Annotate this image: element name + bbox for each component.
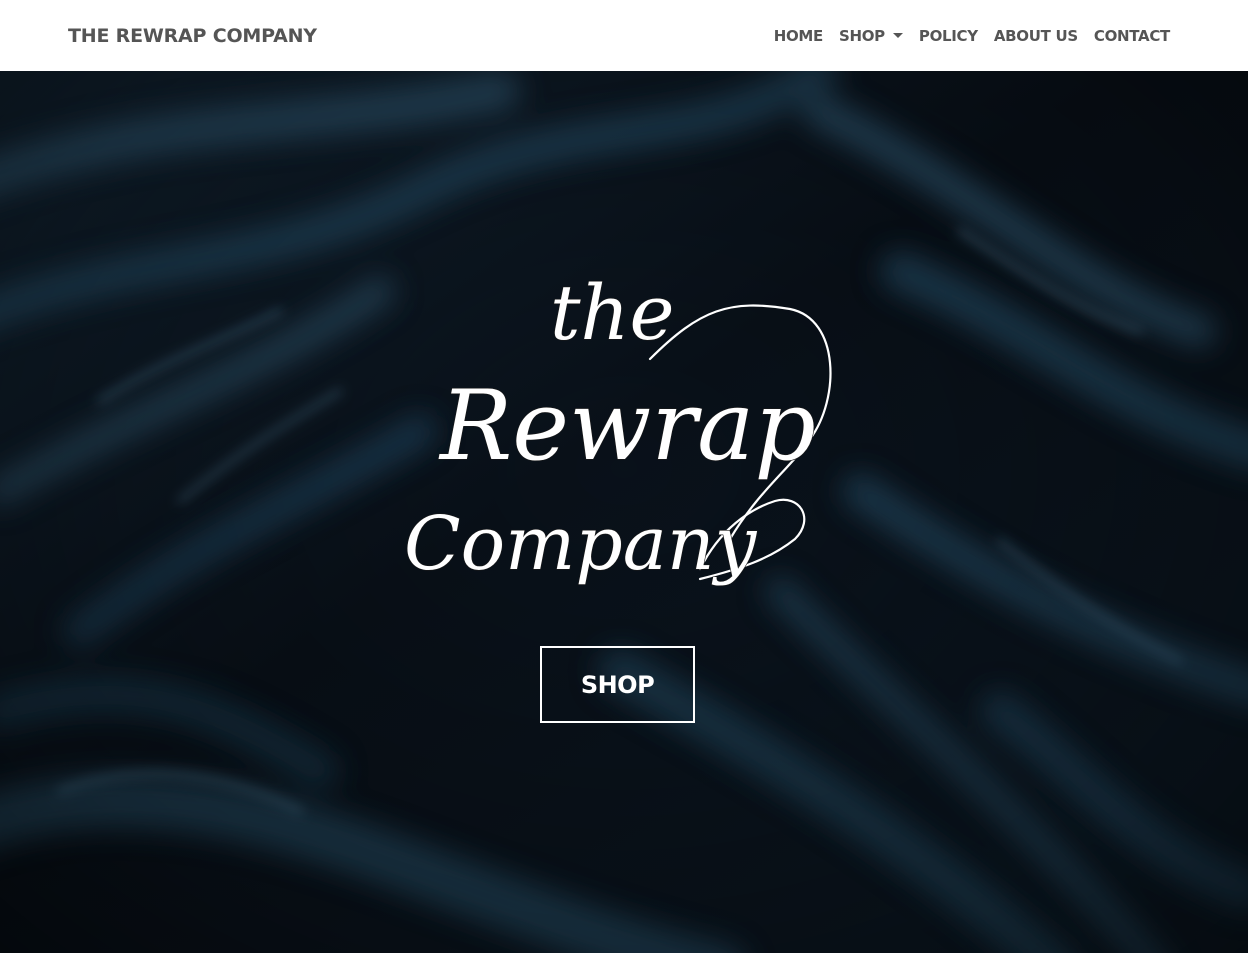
nav-home[interactable]: HOME	[774, 27, 824, 45]
nav-about-us[interactable]: ABOUT US	[994, 27, 1078, 45]
nav-shop-dropdown[interactable]: SHOP	[839, 27, 903, 45]
rewrap-company-logo: the Rewrap Company	[403, 267, 832, 588]
dropdown-caret-icon	[892, 33, 903, 38]
logo-line-company: Company	[404, 501, 757, 587]
brand-link[interactable]: THE REWRAP COMPANY	[68, 25, 317, 47]
nav-links: HOME SHOP POLICY ABOUT US CONTACT	[774, 27, 1171, 45]
logo-line-the: the	[550, 268, 674, 357]
nav-policy[interactable]: POLICY	[919, 27, 978, 45]
nav-contact[interactable]: CONTACT	[1094, 27, 1170, 45]
hero-shop-button[interactable]: SHOP	[540, 646, 695, 723]
logo-line-rewrap: Rewrap	[438, 370, 816, 482]
navbar: THE REWRAP COMPANY HOME SHOP POLICY ABOU…	[0, 0, 1248, 71]
hero-section: the Rewrap Company SHOP	[0, 71, 1248, 953]
nav-shop-label: SHOP	[838, 26, 885, 45]
